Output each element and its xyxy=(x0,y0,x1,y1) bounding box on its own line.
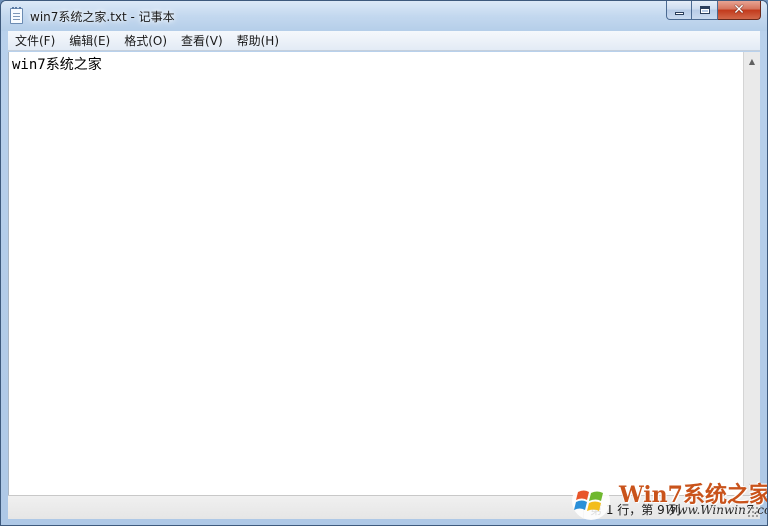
caption-buttons: ✕ xyxy=(666,1,761,21)
text-editor-area[interactable]: win7系统之家 xyxy=(8,52,743,495)
notepad-window: win7系统之家.txt - 记事本 ✕ 文件(F) 编辑(E) 格式(O) 查… xyxy=(0,0,768,526)
maximize-button[interactable] xyxy=(692,1,718,20)
scroll-up-button[interactable]: ▲ xyxy=(744,53,760,69)
title-bar[interactable]: win7系统之家.txt - 记事本 ✕ xyxy=(1,1,767,31)
editor-content[interactable]: win7系统之家 xyxy=(12,54,102,74)
menu-file[interactable]: 文件(F) xyxy=(8,31,62,51)
menu-help[interactable]: 帮助(H) xyxy=(230,31,286,51)
windows-flag-logo-icon xyxy=(572,482,610,520)
close-button[interactable]: ✕ xyxy=(718,1,761,20)
menu-edit[interactable]: 编辑(E) xyxy=(62,31,117,51)
scroll-up-arrow-icon: ▲ xyxy=(748,56,756,66)
vertical-scrollbar[interactable]: ▲ ▼ xyxy=(743,52,760,495)
notepad-icon[interactable] xyxy=(10,7,23,24)
watermark-url: Www.Winwin7.com xyxy=(665,503,767,517)
watermark: Win7系统之家 Www.Winwin7.com xyxy=(569,475,767,525)
menu-view[interactable]: 查看(V) xyxy=(174,31,230,51)
menu-format[interactable]: 格式(O) xyxy=(117,31,174,51)
minimize-icon xyxy=(674,11,684,15)
window-title: win7系统之家.txt - 记事本 xyxy=(30,10,175,24)
minimize-button[interactable] xyxy=(666,1,692,20)
maximize-icon xyxy=(699,6,710,14)
close-icon: ✕ xyxy=(733,2,745,18)
menu-bar: 文件(F) 编辑(E) 格式(O) 查看(V) 帮助(H) xyxy=(8,31,760,51)
